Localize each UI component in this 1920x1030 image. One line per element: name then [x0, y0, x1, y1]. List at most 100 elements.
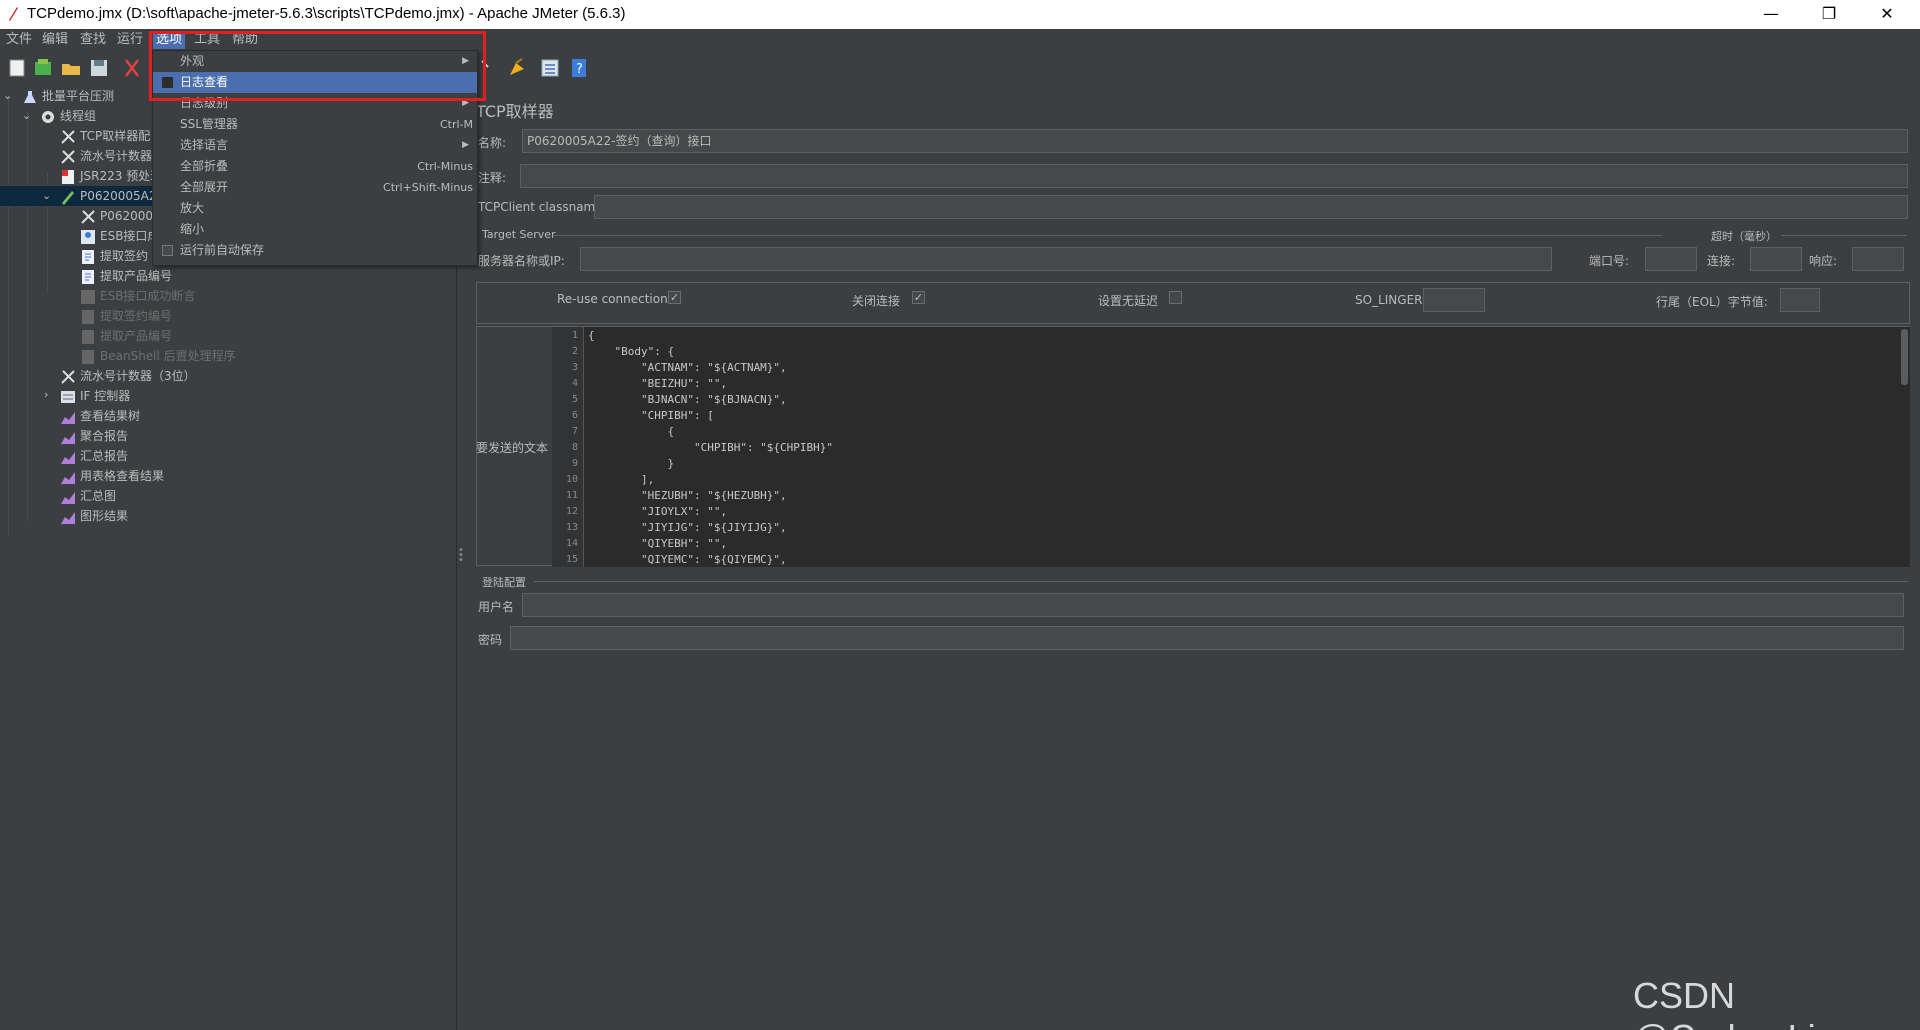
code-line: "HEZUBH": "${HEZUBH}",: [588, 489, 787, 502]
tree-item-summary-report[interactable]: 汇总报告: [60, 446, 128, 466]
code-line: "CHPIBH": "${CHPIBH}": [588, 441, 834, 454]
tree-item-sampler-selected[interactable]: P0620005A22: [0, 186, 164, 206]
svg-text:?: ?: [576, 62, 583, 77]
tree-item-beanshell-disabled[interactable]: BeanShell 后置处理程序: [80, 346, 236, 366]
tree-item-counter[interactable]: 流水号计数器: [60, 146, 152, 166]
menu-item-ssl-manager[interactable]: SSL管理器 Ctrl-M: [153, 114, 477, 135]
tree-item-extract-sign-disabled[interactable]: 提取签约编号: [80, 306, 172, 326]
menu-run[interactable]: 运行: [114, 31, 146, 49]
server-field[interactable]: [580, 247, 1552, 271]
line-number: 11: [565, 490, 578, 501]
function-helper-icon[interactable]: [539, 57, 561, 79]
menu-item-collapse-all[interactable]: 全部折叠 Ctrl-Minus: [153, 156, 477, 177]
tree-item-label: IF 控制器: [80, 389, 131, 403]
open-icon[interactable]: [60, 57, 82, 79]
password-field[interactable]: [510, 626, 1904, 650]
submenu-arrow-icon: ▶: [462, 98, 469, 108]
menu-search[interactable]: 查找: [77, 31, 109, 49]
tree-item-label: JSR223 预处理: [80, 169, 163, 183]
expand-arrow-icon[interactable]: ⌄: [3, 89, 12, 102]
so-linger-field[interactable]: [1423, 288, 1485, 312]
request-text-editor[interactable]: 1 2 3 4 5 6 7 8 9 10 11 12 13 14 15 { "Body": { "ACTNA…: [552, 327, 1910, 567]
tree-item-summary-graph[interactable]: 汇总图: [60, 486, 116, 506]
menu-item-auto-save[interactable]: 运行前自动保存: [153, 240, 477, 261]
menu-edit[interactable]: 编辑: [39, 31, 71, 49]
menu-item-label: 选择语言: [180, 138, 229, 152]
tree-item-tcp-config[interactable]: TCP取样器配: [60, 126, 150, 146]
templates-icon[interactable]: [32, 57, 54, 79]
comment-field[interactable]: [520, 164, 1908, 188]
clear-all-icon[interactable]: [506, 57, 528, 79]
classname-field[interactable]: [594, 195, 1908, 219]
tree-item-view-results-tree[interactable]: 查看结果树: [60, 406, 140, 426]
tree-item-thread-group[interactable]: 线程组: [40, 106, 96, 126]
tree-item-label: 提取产品编号: [100, 269, 173, 283]
menu-options[interactable]: 选项: [153, 31, 186, 49]
username-field[interactable]: [522, 593, 1904, 617]
minimize-button[interactable]: —: [1748, 0, 1794, 29]
extractor-icon: [82, 309, 94, 324]
group-divider: [1781, 235, 1907, 236]
tree-item-counter-3[interactable]: 流水号计数器（3位）: [60, 366, 196, 386]
tree-item-jsr223[interactable]: JSR223 预处理: [60, 166, 162, 186]
tree-item-table-results[interactable]: 用表格查看结果: [60, 466, 164, 486]
cut-icon[interactable]: [121, 57, 143, 79]
no-delay-label: 设置无延迟: [1098, 294, 1159, 308]
code-line: {: [588, 425, 675, 438]
listener-icon: [61, 451, 75, 464]
tree-item-esb-assert-disabled[interactable]: ESB接口成功断言: [80, 286, 195, 306]
eol-field[interactable]: [1780, 288, 1820, 312]
assertion-icon: [81, 229, 95, 244]
collapse-arrow-icon[interactable]: ›: [44, 388, 48, 401]
tree-item-sub-config[interactable]: P0620005: [80, 206, 161, 226]
menu-tools[interactable]: 工具: [191, 31, 223, 49]
expand-arrow-icon[interactable]: ⌄: [42, 189, 51, 202]
menu-checkbox[interactable]: [162, 245, 173, 256]
save-icon[interactable]: [88, 57, 110, 79]
line-number: 5: [571, 394, 578, 405]
menu-item-language[interactable]: 选择语言 ▶: [153, 135, 477, 156]
close-button[interactable]: ✕: [1864, 0, 1910, 29]
tree-item-extract-sign[interactable]: 提取签约: [80, 246, 148, 266]
editor-scrollbar[interactable]: [1901, 329, 1908, 385]
help-icon[interactable]: ?: [568, 57, 590, 79]
tree-item-if-controller[interactable]: IF 控制器: [60, 386, 130, 406]
menu-item-label: 运行前自动保存: [180, 243, 265, 257]
menu-help[interactable]: 帮助: [229, 31, 261, 49]
tree-item-extract-product[interactable]: 提取产品编号: [80, 266, 172, 286]
tree-item-label: BeanShell 后置处理程序: [100, 349, 236, 363]
menu-file[interactable]: 文件: [3, 31, 35, 49]
tree-item-test-plan[interactable]: 批量平台压测: [22, 86, 114, 106]
server-label: 服务器名称或IP:: [478, 254, 565, 268]
response-timeout-field[interactable]: [1852, 247, 1904, 271]
menu-item-appearance[interactable]: 外观 ▶: [153, 51, 477, 72]
tree-item-graph-results[interactable]: 图形结果: [60, 506, 128, 526]
tree-item-esb-assert[interactable]: ESB接口成: [80, 226, 159, 246]
line-number: 6: [571, 410, 578, 421]
menu-item-zoom-out[interactable]: 缩小: [153, 219, 477, 240]
tree-item-label: 提取签约编号: [100, 309, 173, 323]
maximize-button[interactable]: ❐: [1806, 0, 1852, 29]
port-field[interactable]: [1645, 247, 1697, 271]
tree-item-extract-product-disabled[interactable]: 提取产品编号: [80, 326, 172, 346]
name-field[interactable]: P0620005A22-签约（查询）接口: [522, 129, 1908, 153]
close-connection-checkbox[interactable]: ✓: [912, 291, 925, 304]
splitter-handle[interactable]: • • •: [458, 546, 464, 566]
menu-checkbox[interactable]: [162, 77, 173, 88]
tree-item-aggregate-report[interactable]: 聚合报告: [60, 426, 128, 446]
expand-arrow-icon[interactable]: ⌄: [22, 109, 31, 122]
panel-heading: TCP取样器: [476, 102, 554, 121]
no-delay-checkbox[interactable]: [1169, 291, 1182, 304]
menu-item-zoom-in[interactable]: 放大: [153, 198, 477, 219]
tree-item-label: 流水号计数器: [80, 149, 153, 163]
menu-item-expand-all[interactable]: 全部展开 Ctrl+Shift-Minus: [153, 177, 477, 198]
clear-icon[interactable]: [478, 57, 500, 79]
menu-item-label: 日志级别: [180, 96, 229, 110]
target-server-label: Target Server: [482, 228, 556, 241]
new-icon[interactable]: [6, 57, 28, 79]
menu-item-log-level[interactable]: 日志级别 ▶: [153, 93, 477, 114]
menu-item-log-viewer[interactable]: 日志查看: [153, 72, 477, 93]
connect-timeout-field[interactable]: [1750, 247, 1802, 271]
reuse-connection-checkbox[interactable]: ✓: [668, 291, 681, 304]
line-number: 15: [565, 554, 578, 565]
